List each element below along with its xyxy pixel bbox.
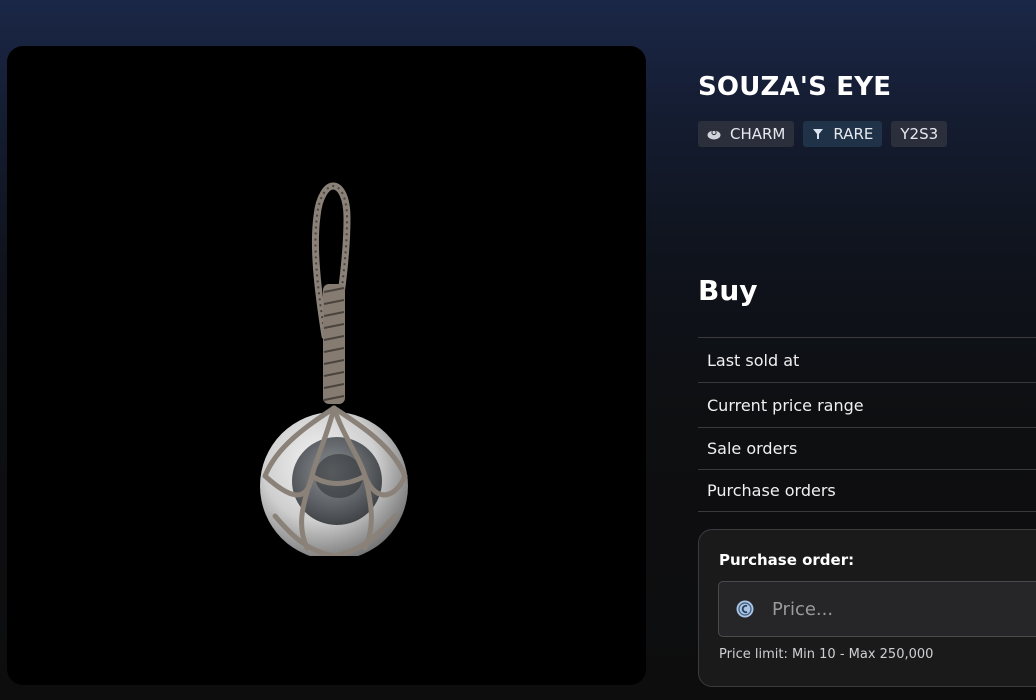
tag-label: CHARM (730, 125, 786, 143)
charm-image (260, 182, 408, 556)
item-tags: CHARM RARE Y2S3 (698, 121, 948, 147)
last-sold-row: Last sold at (698, 338, 1036, 383)
tag-label: Y2S3 (900, 125, 939, 143)
charm-icon (707, 128, 721, 140)
credits-coin-icon (736, 600, 754, 618)
rarity-icon (812, 128, 824, 140)
sale-orders-row[interactable]: Sale orders (698, 428, 1036, 470)
row-label: Purchase orders (707, 481, 836, 500)
row-label: Last sold at (707, 350, 800, 370)
item-title: SOUZA'S EYE (698, 72, 892, 102)
price-limit-text: Price limit: Min 10 - Max 250,000 (719, 647, 934, 662)
buy-heading: Buy (698, 274, 758, 307)
price-range-row: Current price range (698, 383, 1036, 428)
row-label: Current price range (707, 395, 864, 415)
tag-season: Y2S3 (891, 121, 948, 147)
price-input[interactable] (772, 598, 1032, 620)
tag-rare: RARE (803, 121, 883, 147)
purchase-order-label: Purchase order: (719, 551, 855, 569)
tag-label: RARE (833, 125, 874, 143)
price-field[interactable] (718, 581, 1036, 637)
buy-info-list: Last sold at Current price range Sale or… (698, 337, 1036, 512)
purchase-order-panel: Purchase order: Price limit: Min 10 - Ma… (698, 529, 1036, 687)
purchase-orders-row[interactable]: Purchase orders (698, 470, 1036, 512)
row-label: Sale orders (707, 439, 798, 458)
item-image-panel (7, 46, 646, 685)
tag-charm: CHARM (698, 121, 795, 147)
